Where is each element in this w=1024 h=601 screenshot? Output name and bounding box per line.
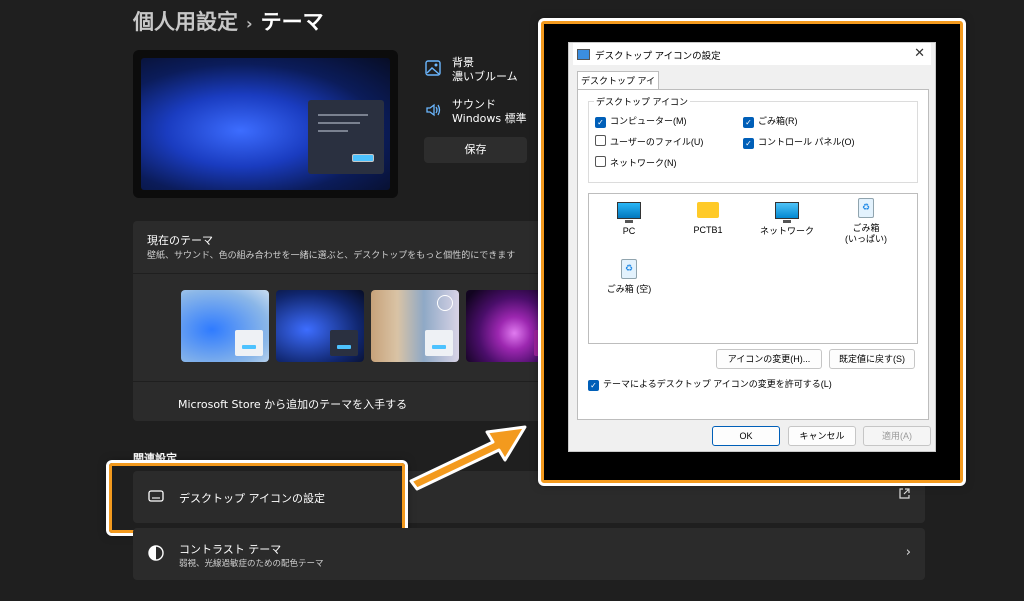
background-setting[interactable]: 背景 濃いブルーム	[424, 56, 544, 86]
chevron-right-icon: ›	[905, 545, 911, 560]
theme-thumbnail-dark[interactable]	[276, 290, 364, 362]
window-preview	[308, 100, 384, 174]
checkbox-network[interactable]: ネットワーク(N)	[595, 156, 677, 169]
contrast-theme-row[interactable]: コントラスト テーマ 弱視、光線過敏症のための配色テーマ ›	[133, 528, 925, 580]
dialog-app-icon	[577, 49, 590, 60]
chevron-right-icon: ›	[246, 14, 253, 33]
sound-setting[interactable]: サウンド Windows 標準	[424, 98, 544, 128]
checkbox-unchecked-icon	[595, 135, 606, 146]
ok-button[interactable]: OK	[712, 426, 780, 446]
arrow-annotation	[409, 425, 527, 491]
background-label: 背景	[452, 56, 474, 69]
camera-icon	[437, 295, 453, 311]
contrast-theme-sub: 弱視、光線過敏症のための配色テーマ	[179, 559, 324, 569]
checkbox-checked-icon: ✓	[595, 117, 606, 128]
change-icon-button[interactable]: アイコンの変更(H)...	[716, 349, 822, 369]
highlight-desktop-icons	[109, 463, 405, 533]
icon-item-user-folder[interactable]: PCTB1	[673, 199, 743, 236]
apply-button[interactable]: 適用(A)	[863, 426, 931, 446]
theme-thumbnail-light[interactable]	[181, 290, 269, 362]
background-value: 濃いブルーム	[452, 70, 518, 83]
desktop-icon-settings-dialog: デスクトップ アイコンの設定 ✕ デスクトップ アイコン デスクトップ アイコン…	[568, 42, 936, 452]
icon-item-recycle-bin-full[interactable]: ♻ ごみ箱 (いっぱい)	[831, 197, 901, 245]
checkbox-unchecked-icon	[595, 156, 606, 167]
tab-desktop-icons[interactable]: デスクトップ アイコン	[577, 71, 659, 104]
breadcrumb-parent[interactable]: 個人用設定	[133, 10, 238, 34]
contrast-theme-label: コントラスト テーマ	[179, 543, 282, 556]
sound-value: Windows 標準	[452, 112, 527, 125]
speaker-icon	[424, 101, 442, 119]
external-link-icon	[898, 487, 911, 504]
store-themes-link[interactable]: Microsoft Store から追加のテーマを入手する	[178, 396, 407, 412]
desktop-icon-list: PC PCTB1 ネットワーク ♻ ごみ箱 (いっぱい) ♻ ごみ箱 (空)	[588, 193, 918, 344]
checkbox-allow-themes[interactable]: ✓ テーマによるデスクトップ アイコンの変更を許可する(L)	[588, 377, 832, 391]
save-theme-button[interactable]: 保存	[424, 137, 527, 163]
page-title: テーマ	[260, 10, 324, 34]
theme-thumbnail-glow[interactable]	[371, 290, 459, 362]
recycle-bin-empty-icon: ♻	[621, 259, 637, 279]
checkbox-control-panel[interactable]: ✓ コントロール パネル(O)	[743, 135, 855, 149]
restore-default-button[interactable]: 既定値に戻す(S)	[829, 349, 915, 369]
dialog-title-bar: デスクトップ アイコンの設定 ✕	[573, 43, 931, 65]
dialog-title: デスクトップ アイコンの設定	[595, 51, 721, 62]
checkbox-checked-icon: ✓	[743, 117, 754, 128]
current-theme-description: 壁紙、サウンド、色の組み合わせを一緒に選ぶと、デスクトップをもっと個性的にできま…	[147, 251, 516, 261]
desktop-icon-group: デスクトップ アイコン ✓ コンピューター(M) ✓ ごみ箱(R) ユーザーのファイ…	[588, 95, 918, 183]
icon-item-recycle-bin-empty[interactable]: ♻ ごみ箱 (空)	[594, 258, 664, 295]
icon-item-network[interactable]: ネットワーク	[752, 199, 822, 237]
icon-item-pc[interactable]: PC	[594, 199, 664, 237]
close-icon[interactable]: ✕	[914, 45, 925, 61]
cancel-button[interactable]: キャンセル	[788, 426, 856, 446]
pc-icon	[617, 202, 641, 223]
picture-icon	[424, 59, 442, 77]
checkbox-user-files[interactable]: ユーザーのファイル(U)	[595, 135, 703, 148]
folder-icon	[697, 202, 719, 218]
group-title: デスクトップ アイコン	[594, 95, 691, 108]
checkbox-checked-icon: ✓	[743, 138, 754, 149]
contrast-icon	[147, 544, 165, 562]
checkbox-recycle-bin[interactable]: ✓ ごみ箱(R)	[743, 114, 798, 128]
checkbox-computer[interactable]: ✓ コンピューター(M)	[595, 114, 687, 128]
checkbox-checked-icon: ✓	[588, 380, 599, 391]
sound-label: サウンド	[452, 98, 496, 111]
network-icon	[775, 202, 799, 223]
recycle-bin-full-icon: ♻	[858, 198, 874, 218]
current-theme-title: 現在のテーマ	[147, 234, 213, 247]
tab-panel: デスクトップ アイコン ✓ コンピューター(M) ✓ ごみ箱(R) ユーザーのファイ…	[577, 89, 929, 420]
theme-preview	[133, 50, 398, 198]
breadcrumb: 個人用設定 › テーマ	[133, 6, 324, 36]
